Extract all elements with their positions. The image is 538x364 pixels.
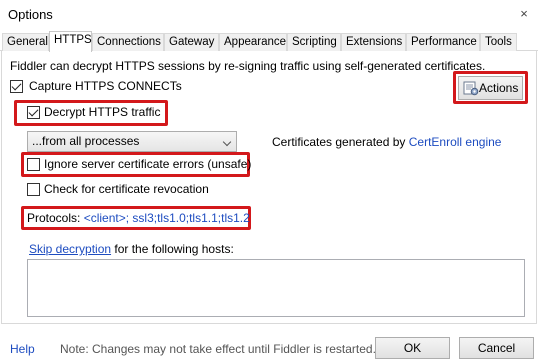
tab-strip: General HTTPS Connections Gateway Appear… xyxy=(0,31,538,52)
skip-decryption-row: Skip decryption for the following hosts: xyxy=(29,242,234,256)
tab-connections[interactable]: Connections xyxy=(92,33,164,51)
https-description: Fiddler can decrypt HTTPS sessions by re… xyxy=(10,59,486,73)
skip-hosts-textarea[interactable] xyxy=(27,259,525,317)
restart-note: Note: Changes may not take effect until … xyxy=(60,342,376,356)
capture-https-label: Capture HTTPS CONNECTs xyxy=(29,79,182,93)
protocols-row: Protocols: <client>; ssl3;tls1.0;tls1.1;… xyxy=(27,211,250,225)
chevron-down-icon xyxy=(222,137,232,147)
decrypt-https-checkbox[interactable] xyxy=(27,106,40,119)
actions-button-label: Actions xyxy=(479,81,519,95)
cert-generator-text: Certificates generated by CertEnroll eng… xyxy=(272,135,501,149)
skip-decryption-link[interactable]: Skip decryption xyxy=(29,242,111,256)
title-bar: Options × xyxy=(0,0,538,30)
process-filter-select[interactable]: ...from all processes xyxy=(27,131,237,152)
actions-button[interactable]: Actions xyxy=(458,76,523,100)
tab-scripting[interactable]: Scripting xyxy=(287,33,341,51)
cancel-button[interactable]: Cancel xyxy=(459,337,534,359)
tab-tools[interactable]: Tools xyxy=(480,33,517,51)
cert-revocation-label: Check for certificate revocation xyxy=(44,182,209,196)
tab-https[interactable]: HTTPS xyxy=(49,31,92,52)
cert-engine-link[interactable]: CertEnroll engine xyxy=(409,135,502,149)
skip-decryption-text: for the following hosts: xyxy=(111,242,234,256)
tab-performance[interactable]: Performance xyxy=(406,33,480,51)
tab-gateway[interactable]: Gateway xyxy=(164,33,219,51)
help-link[interactable]: Help xyxy=(10,342,35,356)
tab-appearance[interactable]: Appearance xyxy=(219,33,287,51)
capture-https-checkbox[interactable] xyxy=(10,80,23,93)
ignore-cert-errors-label: Ignore server certificate errors (unsafe… xyxy=(44,157,252,171)
tab-extensions[interactable]: Extensions xyxy=(341,33,406,51)
tab-general[interactable]: General xyxy=(2,33,49,51)
process-filter-value: ...from all processes xyxy=(32,134,140,148)
close-icon[interactable]: × xyxy=(516,6,532,22)
protocols-label: Protocols: xyxy=(27,211,84,225)
cert-revocation-checkbox[interactable] xyxy=(27,183,40,196)
certificate-settings-icon xyxy=(463,80,479,96)
decrypt-https-label: Decrypt HTTPS traffic xyxy=(44,105,161,119)
ok-button[interactable]: OK xyxy=(375,337,450,359)
window-title: Options xyxy=(8,7,53,22)
protocols-value-link[interactable]: <client>; ssl3;tls1.0;tls1.1;tls1.2 xyxy=(84,211,250,225)
cert-generator-prefix: Certificates generated by xyxy=(272,135,409,149)
ignore-cert-errors-checkbox[interactable] xyxy=(27,158,40,171)
